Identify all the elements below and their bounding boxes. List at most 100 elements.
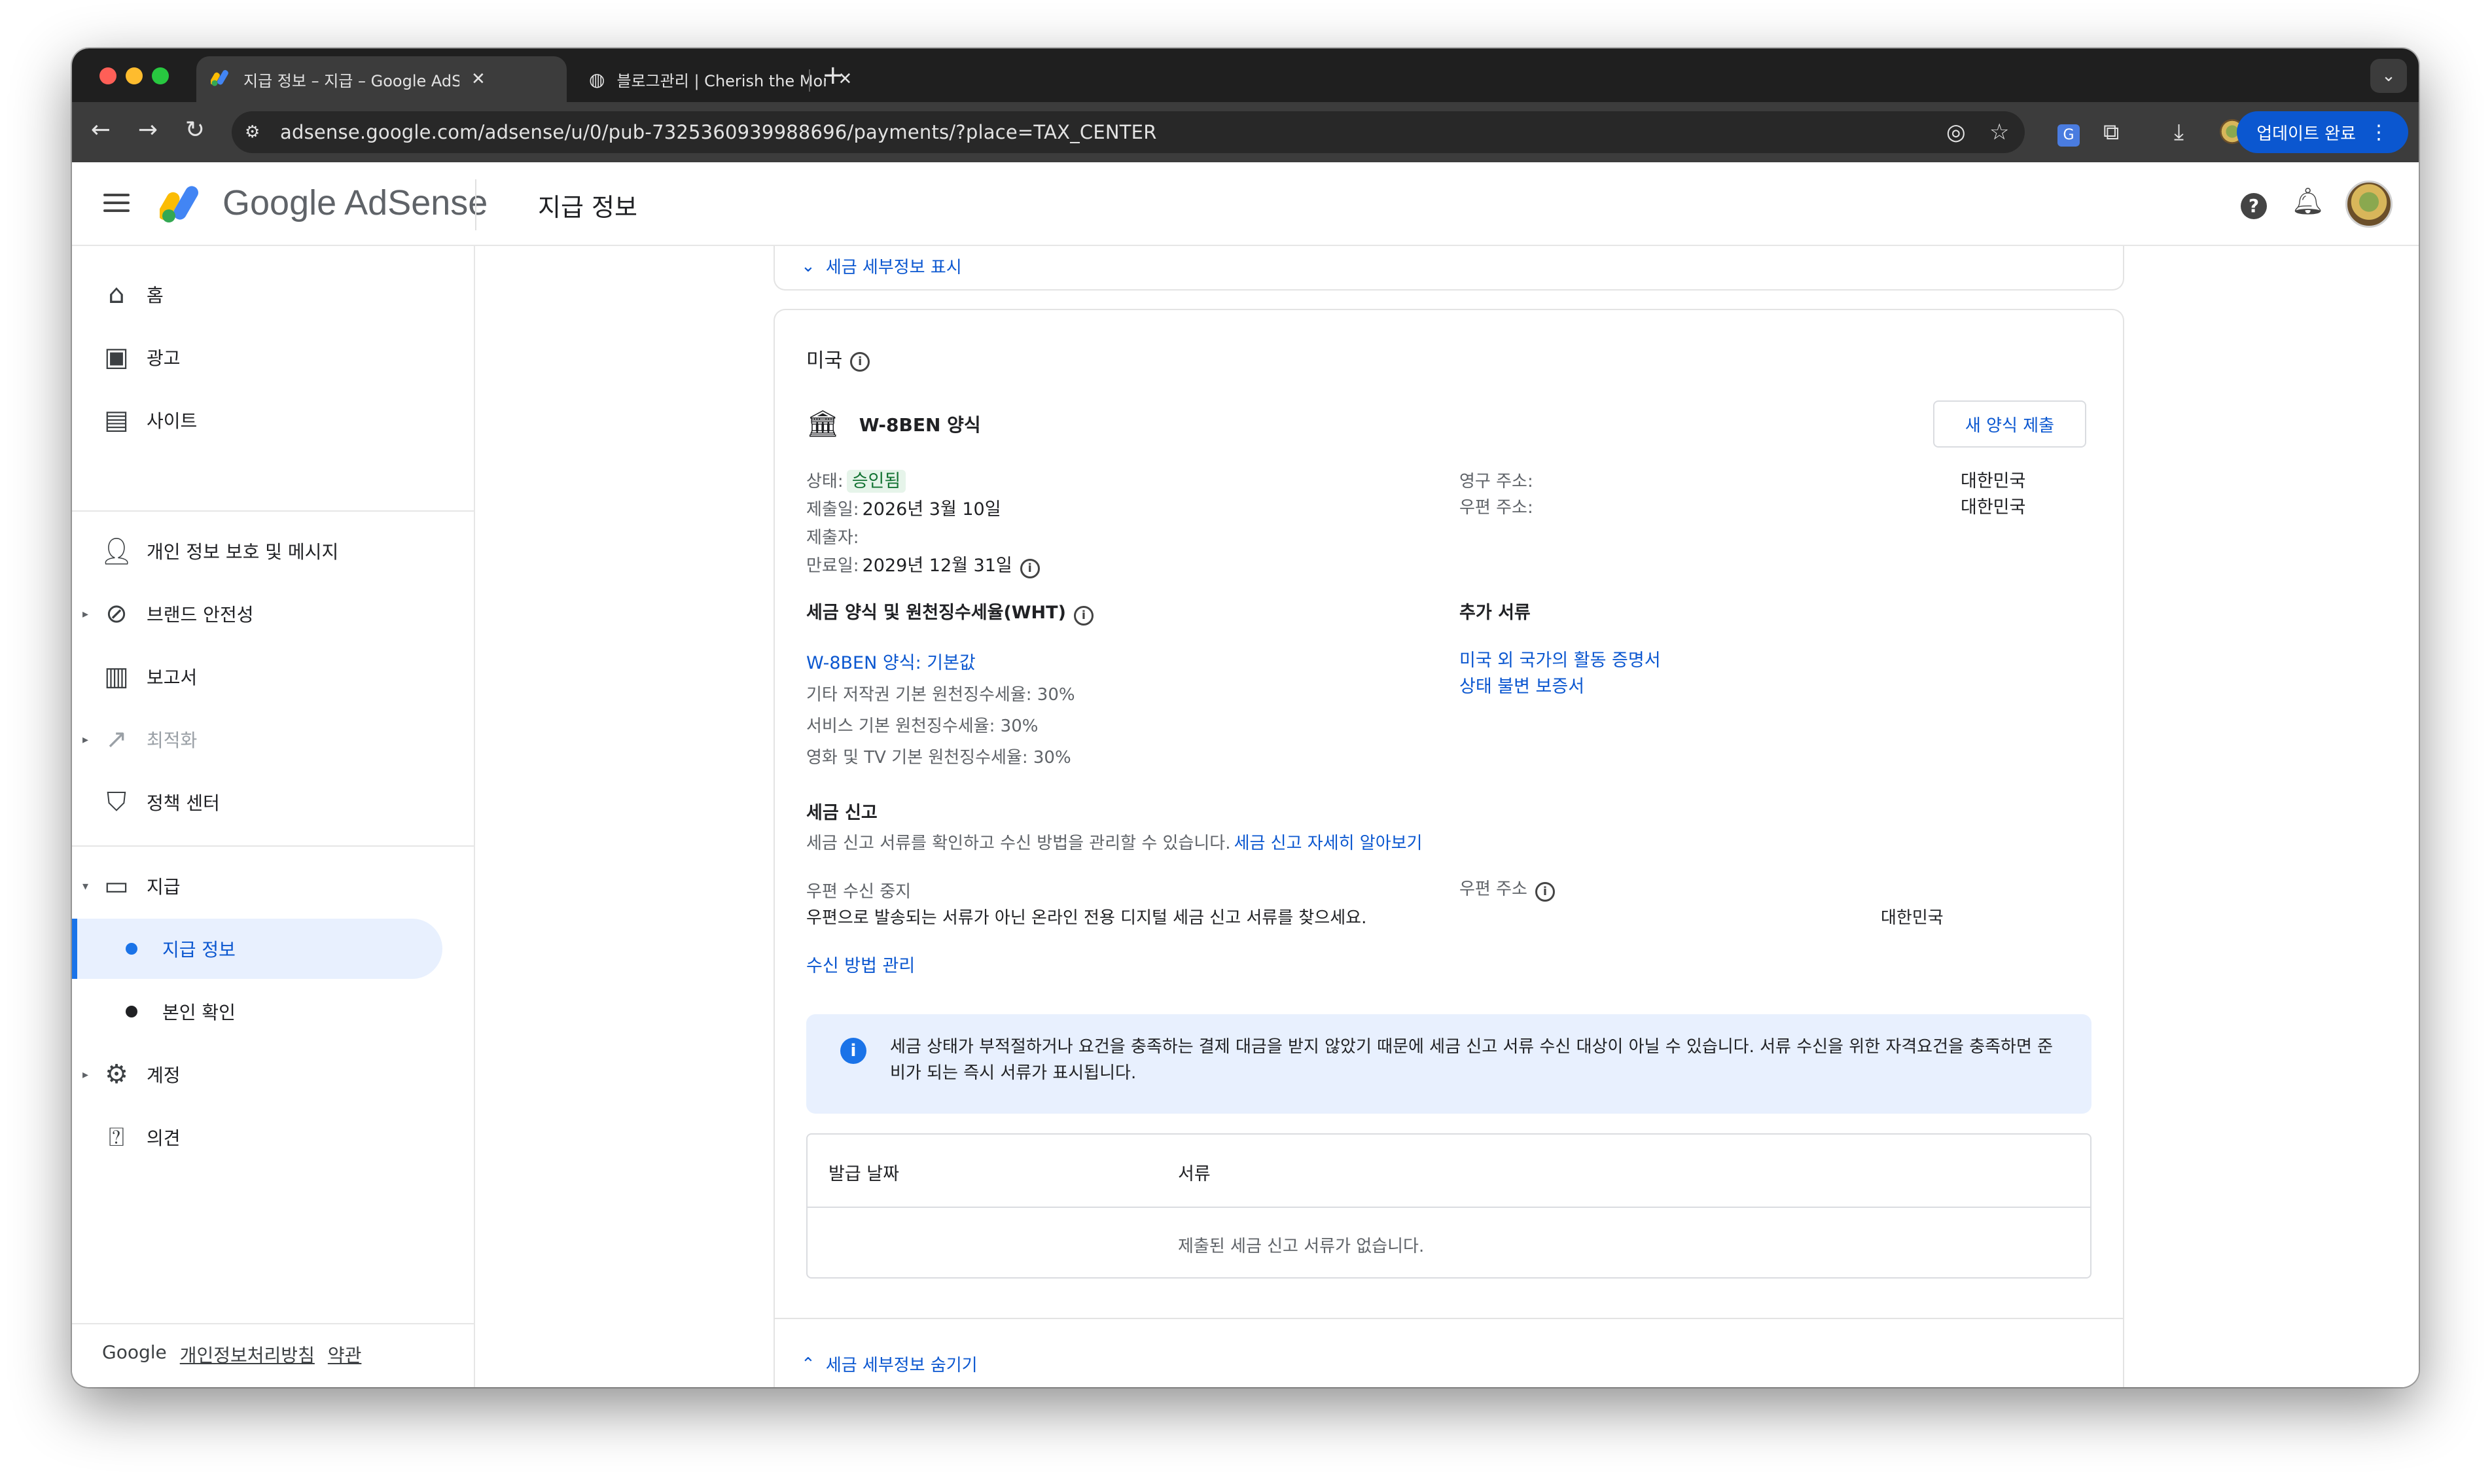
hide-tax-details-label: 세금 세부정보 숨기기 (825, 1356, 978, 1375)
wht-rate: 서비스 기본 원천징수세율: 30% (806, 716, 1039, 736)
sidebar-item-label: 지급 (147, 876, 181, 898)
minimize-window-button[interactable] (126, 67, 143, 84)
info-filled-icon: i (840, 1038, 866, 1064)
sidebar-item-verification[interactable]: 본인 확인 (72, 981, 465, 1042)
sidebar-item-label: 개인 정보 보호 및 메시지 (147, 541, 339, 563)
sidebar-item-home[interactable]: ⌂ 홈 (72, 264, 465, 325)
manage-receipt-link[interactable]: 수신 방법 관리 (806, 951, 915, 977)
payments-icon: ▭ (104, 871, 129, 901)
extensions-icon[interactable]: ⧉ (2103, 119, 2119, 145)
tax-filing-learn-more-link[interactable]: 세금 신고 자세히 알아보기 (1234, 834, 1423, 853)
submitted-label: 제출일: (806, 500, 859, 520)
wht-heading: 세금 양식 및 원천징수세율(WHT) i (806, 598, 1094, 626)
tax-documents-table: 발급 날짜 서류 제출된 세금 신고 서류가 없습니다. (806, 1133, 2092, 1279)
address-values: 대한민국 대한민국 (1961, 468, 2025, 521)
menu-icon[interactable] (103, 194, 130, 217)
sidebar-item-payment-info[interactable]: 지급 정보 (72, 919, 442, 979)
eye-off-icon[interactable]: ◎ (1946, 119, 1966, 145)
expand-caret-icon: ▸ (82, 607, 89, 621)
sidebar-item-policy-center[interactable]: ⛉ 정책 센터 (72, 772, 465, 832)
notifications-icon[interactable]: 🔔︎ (2291, 186, 2324, 217)
back-icon[interactable]: ← (85, 116, 116, 143)
close-window-button[interactable] (99, 67, 116, 84)
optimize-icon: ↗ (105, 724, 128, 754)
sites-icon: ▤ (104, 405, 129, 435)
reload-icon[interactable]: ↻ (179, 116, 211, 143)
sidebar-item-sites[interactable]: ▤ 사이트 (72, 390, 465, 450)
help-icon[interactable]: ? (2241, 186, 2267, 219)
info-icon[interactable]: i (1535, 881, 1555, 902)
sidebar-item-brand-safety[interactable]: ▸ ⊘ 브랜드 안전성 (72, 584, 465, 644)
submitter-label: 제출자: (806, 528, 859, 548)
page-title: 지급 정보 (538, 193, 637, 222)
sidebar-item-label: 계정 (147, 1065, 181, 1086)
wht-form-link[interactable]: W-8BEN 양식: 기본값 (806, 648, 1075, 679)
info-icon[interactable]: i (1073, 605, 1094, 626)
additional-doc-link[interactable]: 미국 외 국가의 활동 증명서 (1459, 648, 1661, 674)
info-banner-text: 세금 상태가 부적절하거나 요건을 충족하는 결제 대금을 받지 않았기 때문에… (890, 1037, 2054, 1083)
column-header-issue-date[interactable]: 발급 날짜 (828, 1159, 899, 1185)
sidebar: ⌂ 홈 ▣ 광고 ▤ 사이트 👤︎ 개인 정보 보호 및 메시지 ▸ ⊘ 브랜드… (72, 246, 475, 1387)
sidebar-item-feedback[interactable]: ⍰ 의견 (72, 1107, 465, 1167)
sidebar-item-label: 보고서 (147, 667, 198, 688)
info-icon[interactable]: i (850, 351, 870, 372)
maximize-window-button[interactable] (152, 67, 169, 84)
previous-card: ⌄ 세금 세부정보 표시 (774, 246, 2124, 291)
star-icon[interactable]: ☆ (1989, 119, 2009, 145)
forward-icon[interactable]: → (132, 116, 164, 143)
form-name: W-8BEN 양식 (859, 414, 981, 436)
submitted-value: 2026년 3월 10일 (862, 499, 1001, 520)
additional-doc-link[interactable]: 상태 불변 보증서 (1459, 674, 1661, 700)
sidebar-item-reports[interactable]: ▥ 보고서 (72, 646, 465, 707)
info-icon[interactable]: i (1020, 558, 1040, 578)
wht-heading-text: 세금 양식 및 원천징수세율(WHT) (806, 603, 1066, 623)
sidebar-item-label: 브랜드 안전성 (147, 604, 254, 626)
sidebar-item-payments[interactable]: ▾ ▭ 지급 (72, 856, 465, 916)
sidebar-item-label: 홈 (147, 285, 164, 306)
bullet-icon (126, 1006, 137, 1017)
country-heading: 미국 i (806, 344, 870, 373)
update-button[interactable]: 업데이트 완료 ⋮ (2237, 111, 2408, 153)
footer-divider (72, 1323, 474, 1324)
sidebar-item-label: 정책 센터 (147, 792, 220, 814)
sidebar-item-ads[interactable]: ▣ 광고 (72, 327, 465, 387)
show-tax-details-label: 세금 세부정보 표시 (825, 258, 962, 277)
adsense-logo[interactable]: Google AdSense (160, 182, 488, 224)
hide-tax-details-link[interactable]: ⌃ 세금 세부정보 숨기기 (801, 1352, 978, 1376)
sidebar-item-account[interactable]: ▸ ⚙ 계정 (72, 1044, 465, 1104)
url-text[interactable]: adsense.google.com/adsense/u/0/pub-73253… (280, 121, 1157, 143)
expand-caret-icon: ▸ (82, 732, 89, 747)
globe-icon: ◍ (589, 68, 605, 90)
download-icon[interactable]: ⤓ (2174, 119, 2184, 145)
tab-search-button[interactable]: ⌄ (2370, 59, 2407, 93)
privacy-policy-link[interactable]: 개인정보처리방침 (180, 1341, 315, 1368)
column-header-document[interactable]: 서류 (1178, 1159, 1211, 1185)
table-header: 발급 날짜 서류 (808, 1135, 2090, 1208)
brand-name: Google AdSense (222, 183, 488, 222)
tax-filing-heading: 세금 신고 (806, 803, 878, 823)
wht-rate: 기타 저작권 기본 원천징수세율: 30% (806, 685, 1075, 705)
permanent-address-label: 영구 주소: (1459, 472, 1533, 491)
chevron-up-icon: ⌃ (801, 1354, 815, 1374)
terms-link[interactable]: 약관 (328, 1341, 362, 1368)
bank-icon: 🏛︎ (806, 409, 840, 439)
sidebar-footer: Google 개인정보처리방침 약관 (102, 1341, 361, 1368)
table-empty-message: 제출된 세금 신고 서류가 없습니다. (1178, 1237, 1425, 1256)
avatar[interactable] (2345, 181, 2393, 228)
new-tab-button[interactable]: + (822, 60, 844, 90)
show-tax-details-link[interactable]: ⌄ 세금 세부정보 표시 (801, 254, 962, 278)
tab-adsense[interactable]: 지급 정보 – 지급 – Google AdSense ✕ (196, 56, 567, 102)
site-info-icon[interactable]: ⚙ (245, 122, 271, 142)
tab-close-icon[interactable]: ✕ (471, 69, 486, 89)
adsense-logo-icon (160, 186, 198, 222)
address-bar[interactable]: ⚙ adsense.google.com/adsense/u/0/pub-732… (232, 111, 2025, 153)
ads-icon: ▣ (104, 342, 129, 372)
sidebar-divider (72, 845, 474, 847)
mailing-address-label: 우편 주소: (1459, 498, 1533, 518)
translate-icon[interactable]: G (2057, 119, 2080, 147)
sidebar-item-privacy[interactable]: 👤︎ 개인 정보 보호 및 메시지 (72, 521, 465, 581)
sidebar-item-optimize[interactable]: ▸ ↗ 최적화 (72, 709, 465, 769)
submit-new-form-button[interactable]: 새 양식 제출 (1933, 400, 2086, 448)
reports-icon: ▥ (104, 662, 129, 692)
mail-address-value: 대한민국 (1881, 908, 1944, 928)
